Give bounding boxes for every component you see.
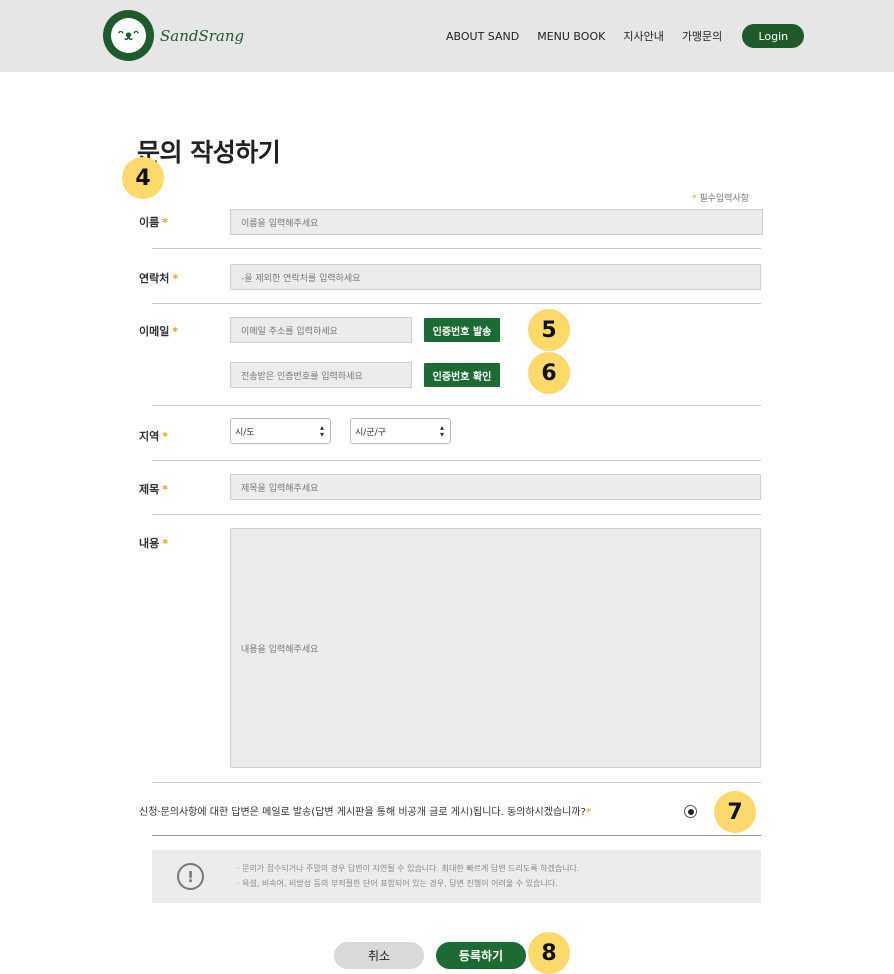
- verify-code-button[interactable]: 인증번호 확인: [424, 363, 500, 387]
- email-input[interactable]: 이메일 주소를 입력하세요: [230, 317, 412, 343]
- nav-franchise-inquiry[interactable]: 가맹문의: [682, 28, 722, 44]
- divider: [152, 303, 761, 304]
- radio-dot-icon: [687, 808, 694, 815]
- send-code-button[interactable]: 인증번호 발송: [424, 318, 500, 342]
- name-label: 이름 *: [139, 216, 169, 229]
- notice-line-1: · 문의가 접수되거나 주말의 경우 답변이 지연될 수 있습니다. 최대한 빠…: [237, 864, 580, 873]
- site-header: ᵔᴥᵔ SandSrang ABOUT SAND MENU BOOK 지사안내 …: [0, 0, 894, 72]
- content-textarea[interactable]: 내용을 입력해주세요: [230, 528, 761, 768]
- notice-line-2: · 욕설, 비속어, 비방성 등의 부적절한 단어 표함되어 있는 경우, 답변…: [237, 879, 558, 888]
- divider: [152, 782, 761, 783]
- nav-branch-info[interactable]: 지사안내: [623, 28, 663, 44]
- step-badge-5: 5: [528, 309, 570, 351]
- divider: [152, 460, 761, 461]
- logo-badge-icon: ᵔᴥᵔ: [103, 10, 154, 61]
- logo[interactable]: ᵔᴥᵔ SandSrang: [103, 10, 244, 61]
- divider: [152, 248, 761, 249]
- contact-input[interactable]: -을 제외한 연락처를 입력하세요: [230, 264, 761, 290]
- divider: [152, 405, 761, 406]
- subject-label: 제목 *: [139, 483, 169, 496]
- divider: [152, 514, 761, 515]
- city-select-value: 시/도: [235, 427, 255, 438]
- step-badge-8: 8: [528, 932, 570, 974]
- district-select-value: 시/군/구: [355, 427, 386, 438]
- region-label: 지역 *: [139, 430, 169, 443]
- select-arrows-icon: ▴ ▾: [319, 423, 324, 439]
- required-note: * 필수입력사항: [692, 194, 750, 204]
- submit-button[interactable]: 등록하기: [436, 942, 526, 969]
- content-label: 내용 *: [139, 537, 169, 550]
- select-arrows-icon: ▴ ▾: [439, 423, 444, 439]
- email-label: 이메일 *: [139, 325, 179, 338]
- agreement-radio[interactable]: [684, 805, 697, 818]
- nav-about-sand[interactable]: ABOUT SAND: [446, 30, 519, 43]
- step-badge-4: 4: [122, 157, 164, 199]
- contact-label: 연락처 *: [139, 272, 179, 285]
- divider: [152, 835, 761, 836]
- district-select[interactable]: 시/군/구 ▴ ▾: [350, 418, 451, 444]
- login-button[interactable]: Login: [742, 24, 805, 48]
- step-badge-6: 6: [528, 352, 570, 394]
- cancel-button[interactable]: 취소: [334, 942, 424, 969]
- nav-menu-book[interactable]: MENU BOOK: [537, 30, 605, 43]
- subject-input[interactable]: 제목을 입력해주세요: [230, 474, 761, 500]
- agreement-text: 신청·문의사항에 대한 답변은 메일로 발송(답변 게시판을 통해 비공개 글로…: [139, 807, 591, 818]
- name-input[interactable]: 이름을 입력해주세요: [230, 209, 763, 235]
- main-nav: ABOUT SAND MENU BOOK 지사안내 가맹문의 Login: [446, 24, 805, 48]
- exclamation-icon: !: [177, 863, 204, 890]
- city-select[interactable]: 시/도 ▴ ▾: [230, 418, 331, 444]
- step-badge-7: 7: [714, 791, 756, 833]
- verification-code-input[interactable]: 전송받은 인증번호를 입력하세요: [230, 362, 412, 388]
- notice-box: ! · 문의가 접수되거나 주말의 경우 답변이 지연될 수 있습니다. 최대한…: [152, 850, 761, 903]
- brand-name: SandSrang: [160, 26, 245, 45]
